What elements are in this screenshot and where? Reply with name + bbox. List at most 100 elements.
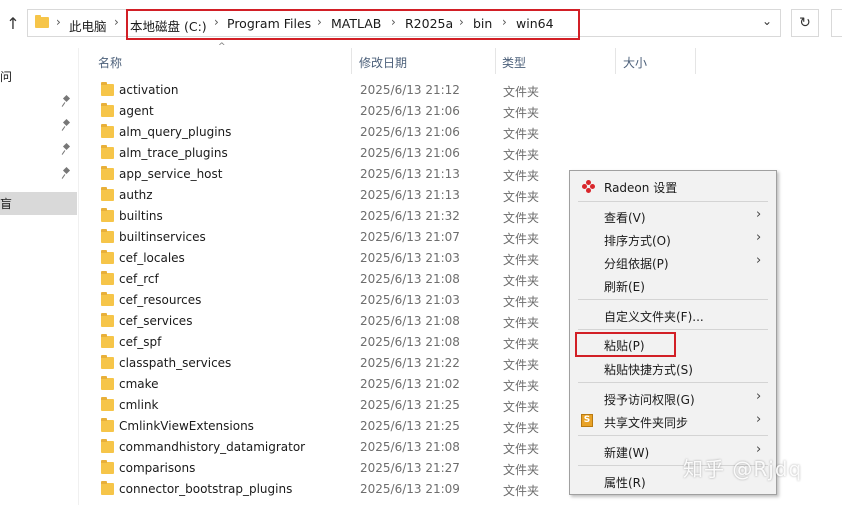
menu-item-radeon-settings[interactable]: Radeon 设置: [570, 175, 776, 197]
share-sync-icon: S: [581, 414, 593, 427]
submenu-arrow-icon: ›: [756, 253, 762, 268]
pin-icon[interactable]: [63, 144, 71, 154]
menu-item-view[interactable]: 查看(V) ›: [570, 205, 776, 227]
file-date: 2025/6/13 21:12: [360, 83, 460, 97]
file-date: 2025/6/13 21:06: [360, 125, 460, 139]
file-name: comparisons: [119, 461, 196, 475]
address-toolbar: ↑ › 此电脑 › 本地磁盘 (C:) › Program Files › MA…: [0, 0, 842, 48]
refresh-button[interactable]: ↻: [791, 9, 819, 37]
menu-item-customize-folder[interactable]: 自定义文件夹(F)...: [570, 304, 776, 326]
file-name: cef_rcf: [119, 272, 159, 286]
file-type: 文件夹: [503, 421, 540, 435]
submenu-arrow-icon: ›: [756, 412, 762, 427]
file-type: 文件夹: [503, 379, 540, 393]
column-divider[interactable]: [615, 48, 616, 74]
file-date: 2025/6/13 21:07: [360, 230, 460, 244]
menu-item-label: 查看(V): [604, 211, 646, 225]
nav-item-selected[interactable]: 盲: [0, 192, 77, 215]
menu-item-label: 排序方式(O): [604, 234, 671, 248]
menu-item-label: Radeon 设置: [604, 181, 678, 195]
folder-icon: [101, 460, 114, 474]
column-header-date[interactable]: 修改日期: [359, 54, 407, 71]
file-row[interactable]: alm_query_plugins 2025/6/13 21:06 文件夹: [79, 122, 842, 143]
breadcrumb-separator[interactable]: ›: [114, 15, 119, 29]
file-name: connector_bootstrap_plugins: [119, 482, 293, 496]
column-divider[interactable]: [495, 48, 496, 74]
file-type: 文件夹: [503, 211, 540, 225]
menu-item-refresh[interactable]: 刷新(E): [570, 274, 776, 296]
menu-item-label: 授予访问权限(G): [604, 393, 695, 407]
breadcrumb-this-pc[interactable]: 此电脑: [69, 16, 107, 35]
menu-item-label: 刷新(E): [604, 280, 645, 294]
file-row[interactable]: alm_trace_plugins 2025/6/13 21:06 文件夹: [79, 143, 842, 164]
file-name: commandhistory_datamigrator: [119, 440, 306, 454]
file-date: 2025/6/13 21:13: [360, 188, 460, 202]
file-type: 文件夹: [503, 463, 540, 477]
submenu-arrow-icon: ›: [756, 230, 762, 245]
file-type: 文件夹: [503, 442, 540, 456]
nav-item-quick-access[interactable]: 问: [0, 68, 12, 85]
menu-item-grant-access[interactable]: 授予访问权限(G) ›: [570, 387, 776, 409]
pin-icon[interactable]: [63, 96, 71, 106]
file-name: app_service_host: [119, 167, 223, 181]
pin-icon[interactable]: [63, 120, 71, 130]
folder-icon: [101, 271, 114, 285]
file-date: 2025/6/13 21:08: [360, 440, 460, 454]
menu-item-share-sync[interactable]: S 共享文件夹同步 ›: [570, 410, 776, 432]
file-type: 文件夹: [503, 316, 540, 330]
folder-icon: [101, 397, 114, 411]
column-divider[interactable]: [695, 48, 696, 74]
folder-icon: [101, 229, 114, 243]
file-row[interactable]: agent 2025/6/13 21:06 文件夹: [79, 101, 842, 122]
menu-separator: [578, 382, 768, 383]
menu-item-paste-shortcut[interactable]: 粘贴快捷方式(S): [570, 357, 776, 379]
menu-item-label: 新建(W): [604, 446, 650, 460]
menu-item-sort-by[interactable]: 排序方式(O) ›: [570, 228, 776, 250]
file-type: 文件夹: [503, 106, 540, 120]
file-name: authz: [119, 188, 153, 202]
folder-icon: [101, 250, 114, 264]
file-type: 文件夹: [503, 190, 540, 204]
column-divider[interactable]: [351, 48, 352, 74]
file-name: CmlinkViewExtensions: [119, 419, 254, 433]
sort-ascending-icon: ^: [218, 42, 226, 52]
file-date: 2025/6/13 21:25: [360, 419, 460, 433]
menu-item-label: 粘贴快捷方式(S): [604, 363, 693, 377]
column-header-size[interactable]: 大小: [623, 54, 647, 71]
up-arrow-icon[interactable]: ↑: [4, 14, 22, 34]
file-date: 2025/6/13 21:02: [360, 377, 460, 391]
folder-icon: [101, 439, 114, 453]
address-dropdown-icon[interactable]: ⌄: [762, 14, 772, 28]
folder-icon: [101, 481, 114, 495]
folder-icon: [101, 313, 114, 327]
folder-icon: [101, 376, 114, 390]
breadcrumb-separator[interactable]: ›: [56, 15, 61, 29]
pin-icon[interactable]: [63, 168, 71, 178]
file-row[interactable]: activation 2025/6/13 21:12 文件夹: [79, 80, 842, 101]
folder-icon: [101, 145, 114, 159]
file-type: 文件夹: [503, 232, 540, 246]
folder-icon: [101, 208, 114, 222]
file-date: 2025/6/13 21:27: [360, 461, 460, 475]
watermark: 知乎 @Rjdq: [683, 457, 803, 481]
column-header-type[interactable]: 类型: [502, 54, 526, 71]
file-name: alm_query_plugins: [119, 125, 232, 139]
submenu-arrow-icon: ›: [756, 207, 762, 222]
submenu-arrow-icon: ›: [756, 389, 762, 404]
file-name: activation: [119, 83, 179, 97]
file-name: builtinservices: [119, 230, 206, 244]
menu-separator: [578, 435, 768, 436]
search-box[interactable]: [831, 9, 842, 37]
column-header-name[interactable]: 名称: [98, 54, 122, 71]
file-name: cef_resources: [119, 293, 202, 307]
file-type: 文件夹: [503, 127, 540, 141]
file-name: alm_trace_plugins: [119, 146, 228, 160]
menu-item-label: 分组依据(P): [604, 257, 669, 271]
file-type: 文件夹: [503, 484, 540, 498]
file-type: 文件夹: [503, 295, 540, 309]
folder-icon: [101, 187, 114, 201]
menu-item-group-by[interactable]: 分组依据(P) ›: [570, 251, 776, 273]
folder-icon: [101, 124, 114, 138]
file-name: classpath_services: [119, 356, 232, 370]
file-date: 2025/6/13 21:08: [360, 314, 460, 328]
